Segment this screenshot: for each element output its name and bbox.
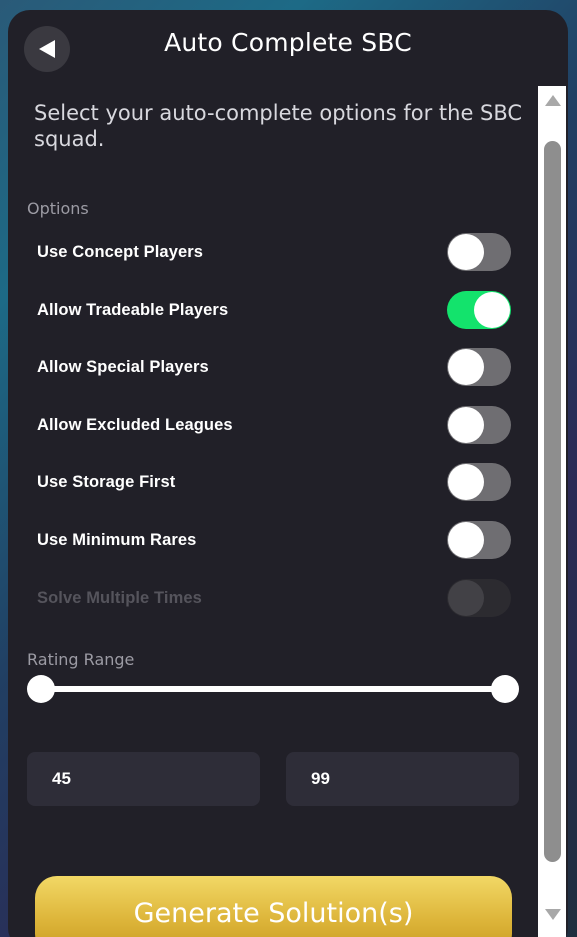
option-allow-special-players: Allow Special Players xyxy=(37,347,511,387)
slider-max-handle[interactable] xyxy=(491,675,519,703)
option-allow-tradeable-players: Allow Tradeable Players xyxy=(37,290,511,330)
use-minimum-rares-toggle[interactable] xyxy=(447,521,511,559)
auto-complete-panel: Auto Complete SBC Select your auto-compl… xyxy=(8,10,568,937)
toggle-knob xyxy=(448,464,484,500)
option-solve-multiple-times: Solve Multiple Times xyxy=(37,578,511,618)
option-allow-excluded-leagues: Allow Excluded Leagues xyxy=(37,405,511,445)
option-label: Use Storage First xyxy=(37,472,176,491)
allow-special-players-toggle[interactable] xyxy=(447,348,511,386)
scroll-up-arrow-icon[interactable] xyxy=(545,95,561,106)
allow-excluded-leagues-toggle[interactable] xyxy=(447,406,511,444)
option-label: Use Concept Players xyxy=(37,242,204,261)
option-use-concept-players: Use Concept Players xyxy=(37,232,511,272)
generate-solutions-button[interactable]: Generate Solution(s) xyxy=(35,876,512,937)
toggle-knob xyxy=(448,522,484,558)
rating-range-slider xyxy=(27,674,519,704)
allow-tradeable-players-toggle[interactable] xyxy=(447,291,511,329)
option-label: Solve Multiple Times xyxy=(37,588,202,607)
option-label: Allow Special Players xyxy=(37,357,209,376)
page-title: Auto Complete SBC xyxy=(164,28,412,57)
option-label: Allow Tradeable Players xyxy=(37,300,229,319)
option-use-storage-first: Use Storage First xyxy=(37,462,511,502)
option-use-minimum-rares: Use Minimum Rares xyxy=(37,520,511,560)
vertical-scrollbar[interactable] xyxy=(538,86,566,937)
options-content: Select your auto-complete options for th… xyxy=(8,86,536,937)
max-rating-input[interactable] xyxy=(286,752,519,806)
toggle-knob xyxy=(448,234,484,270)
options-section-label: Options xyxy=(27,199,89,218)
toggle-knob xyxy=(474,292,510,328)
panel-header: Auto Complete SBC xyxy=(8,10,568,86)
min-rating-input[interactable] xyxy=(27,752,260,806)
use-storage-first-toggle[interactable] xyxy=(447,463,511,501)
solve-multiple-times-toggle[interactable] xyxy=(447,579,511,617)
instructions-text: Select your auto-complete options for th… xyxy=(34,101,523,151)
toggle-knob xyxy=(448,580,484,616)
option-label: Allow Excluded Leagues xyxy=(37,415,233,434)
toggle-knob xyxy=(448,407,484,443)
slider-track xyxy=(41,686,505,692)
toggle-knob xyxy=(448,349,484,385)
scroll-down-arrow-icon[interactable] xyxy=(545,909,561,920)
option-label: Use Minimum Rares xyxy=(37,530,197,549)
scrollbar-thumb[interactable] xyxy=(544,141,561,862)
use-concept-players-toggle[interactable] xyxy=(447,233,511,271)
slider-min-handle[interactable] xyxy=(27,675,55,703)
rating-range-label: Rating Range xyxy=(27,650,135,669)
